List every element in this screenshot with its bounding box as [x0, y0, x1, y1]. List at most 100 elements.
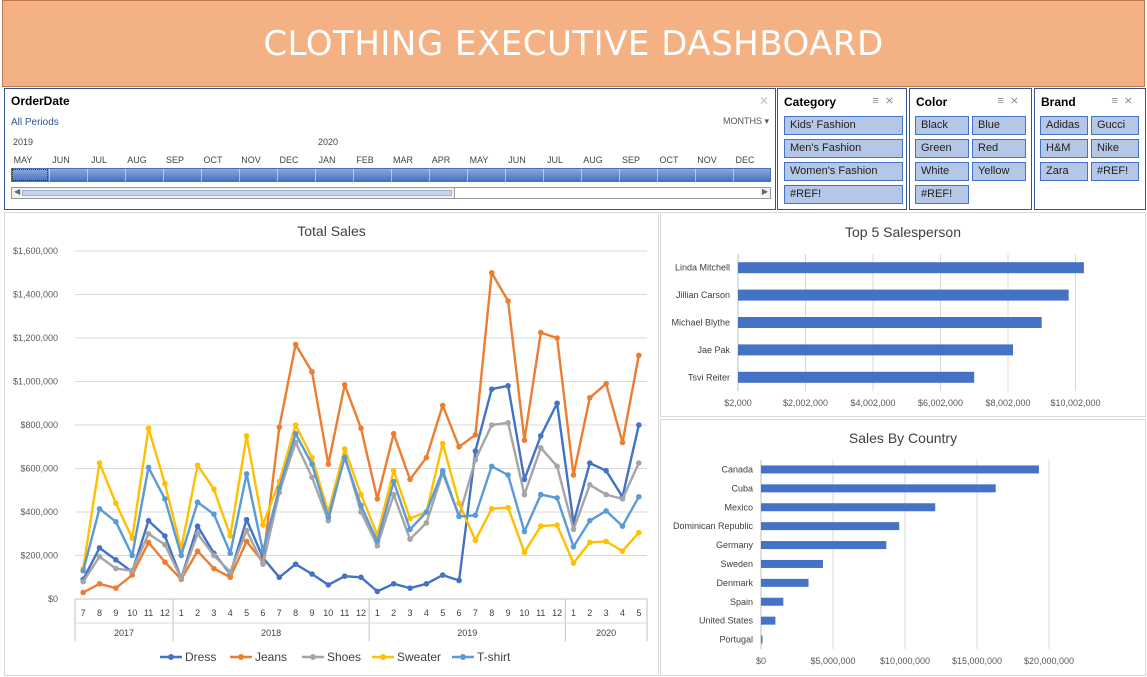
timeline-month-divider [581, 169, 582, 182]
timeline-month-label[interactable]: APR [432, 155, 451, 165]
data-point [439, 402, 446, 409]
data-point [178, 552, 185, 559]
x-tick-label: 6 [260, 608, 265, 618]
slicer-item-ref-error[interactable]: #REF! [915, 185, 969, 204]
timeline-month-label[interactable]: NOV [241, 155, 261, 165]
data-point [276, 574, 283, 581]
y-category-label: Mexico [724, 502, 753, 512]
timeline-selection-bar[interactable] [11, 168, 771, 182]
data-point [194, 548, 201, 554]
legend-label: Dress [185, 650, 216, 664]
total-sales-chart[interactable]: Total Sales $0 $200,000 $400,000 $600,000 $8… [4, 212, 659, 676]
x-tick-label: 7 [277, 608, 282, 618]
scrollbar-track[interactable] [454, 188, 760, 198]
x-group-label: 2018 [261, 628, 281, 638]
data-point [439, 467, 446, 474]
timeline-month-label[interactable]: AUG [583, 155, 603, 165]
timeline-month-label[interactable]: MAR [393, 155, 413, 165]
timeline-month-label[interactable]: SEP [166, 155, 184, 165]
slicer-item-zara[interactable]: Zara [1040, 162, 1088, 181]
color-slicer[interactable]: Color ≡⨯ Black Blue Green Red White Yell… [909, 88, 1032, 210]
clear-filter-icon[interactable]: ⨯ [1010, 95, 1025, 107]
multi-select-icon[interactable]: ≡ [872, 95, 884, 107]
y-category-label: United States [699, 616, 754, 626]
data-point [145, 530, 152, 537]
timeline-level-dropdown[interactable]: MONTHS ▾ [723, 116, 769, 127]
data-point [260, 548, 266, 554]
timeline-month-label[interactable]: JUN [508, 155, 526, 165]
data-point [194, 462, 201, 469]
category-slicer[interactable]: Category ≡⨯ Kids' Fashion Men's Fashion … [777, 88, 907, 210]
slicer-item-hm[interactable]: H&M [1040, 139, 1088, 158]
timeline-month-label[interactable]: SEP [622, 155, 640, 165]
timeline-month-label[interactable]: JUL [547, 155, 563, 165]
x-tick-label: 1 [375, 608, 380, 618]
timeline-month-label[interactable]: FEB [356, 155, 374, 165]
timeline-month-label[interactable]: NOV [697, 155, 717, 165]
x-tick-label: 8 [293, 608, 298, 618]
data-point [113, 565, 119, 572]
clear-filter-icon[interactable]: ⨯ [885, 95, 900, 107]
bar [738, 262, 1084, 274]
slicer-item-yellow[interactable]: Yellow [972, 162, 1026, 181]
slicer-item-nike[interactable]: Nike [1091, 139, 1139, 158]
brand-slicer[interactable]: Brand ≡⨯ Adidas Gucci H&M Nike Zara #REF… [1034, 88, 1146, 210]
scrollbar-thumb[interactable] [22, 190, 452, 196]
data-point [636, 422, 642, 428]
timeline-month-label[interactable]: DEC [735, 155, 754, 165]
timeline-month-label[interactable]: JAN [318, 155, 335, 165]
timeline-month-label[interactable]: AUG [127, 155, 147, 165]
slicer-item-blue[interactable]: Blue [972, 116, 1026, 135]
slicer-item-black[interactable]: Black [915, 116, 969, 135]
orderdate-timeline[interactable]: OrderDate ⨯ All Periods MONTHS ▾ 2019 20… [4, 88, 776, 210]
data-point [603, 380, 609, 387]
timeline-month-label[interactable]: JUN [52, 155, 70, 165]
scroll-left-icon[interactable]: ◀ [14, 187, 20, 196]
slicer-item-gucci[interactable]: Gucci [1091, 116, 1139, 135]
scroll-right-icon[interactable]: ▶ [762, 187, 768, 196]
top-salesperson-chart[interactable]: Top 5 Salesperson $2,000 $2,002,000 $4,002… [660, 212, 1146, 417]
x-tick-label: 9 [309, 608, 314, 618]
slicer-item-white[interactable]: White [915, 162, 969, 181]
sales-by-country-chart[interactable]: Sales By Country $0 $5,000,000 $10,000,000… [660, 419, 1146, 676]
data-point [390, 478, 397, 485]
x-tick-label: 12 [356, 608, 366, 618]
slicer-item-womens-fashion[interactable]: Women's Fashion [784, 162, 903, 181]
x-tick-label: 12 [552, 608, 562, 618]
data-point [423, 520, 430, 526]
clear-filter-icon[interactable]: ⨯ [759, 93, 769, 107]
slicer-item-ref-error[interactable]: #REF! [784, 185, 903, 204]
timeline-month-label[interactable]: OCT [660, 155, 679, 165]
multi-select-icon[interactable]: ≡ [1111, 95, 1123, 107]
data-point [472, 457, 479, 463]
slicer-item-mens-fashion[interactable]: Men's Fashion [784, 139, 903, 158]
x-tick-label: $15,000,000 [952, 656, 1002, 666]
timeline-selection-handle[interactable] [12, 169, 48, 181]
slicer-item-kids-fashion[interactable]: Kids' Fashion [784, 116, 903, 135]
multi-select-icon[interactable]: ≡ [997, 95, 1009, 107]
data-point [162, 480, 168, 487]
data-point [505, 298, 511, 304]
timeline-month-divider [657, 169, 658, 182]
clear-filter-icon[interactable]: ⨯ [1124, 95, 1139, 107]
slicer-item-ref-error[interactable]: #REF! [1091, 162, 1139, 181]
x-tick-label: 9 [113, 608, 118, 618]
slicer-item-red[interactable]: Red [972, 139, 1026, 158]
timeline-year-2019: 2019 [13, 137, 34, 147]
timeline-scrollbar[interactable]: ◀ ▶ [11, 187, 771, 199]
timeline-month-label[interactable]: JUL [91, 155, 107, 165]
data-point [390, 580, 397, 587]
timeline-month-label[interactable]: MAY [470, 155, 489, 165]
data-point [227, 550, 234, 557]
bar [738, 289, 1069, 301]
data-point [587, 539, 593, 546]
slicer-item-green[interactable]: Green [915, 139, 969, 158]
timeline-month-label[interactable]: MAY [14, 155, 33, 165]
timeline-month-label[interactable]: OCT [204, 155, 223, 165]
data-point [96, 505, 103, 512]
data-point [587, 517, 593, 524]
slicer-item-adidas[interactable]: Adidas [1040, 116, 1088, 135]
bar [761, 559, 823, 568]
x-tick-label: 5 [440, 608, 445, 618]
timeline-month-label[interactable]: DEC [279, 155, 298, 165]
